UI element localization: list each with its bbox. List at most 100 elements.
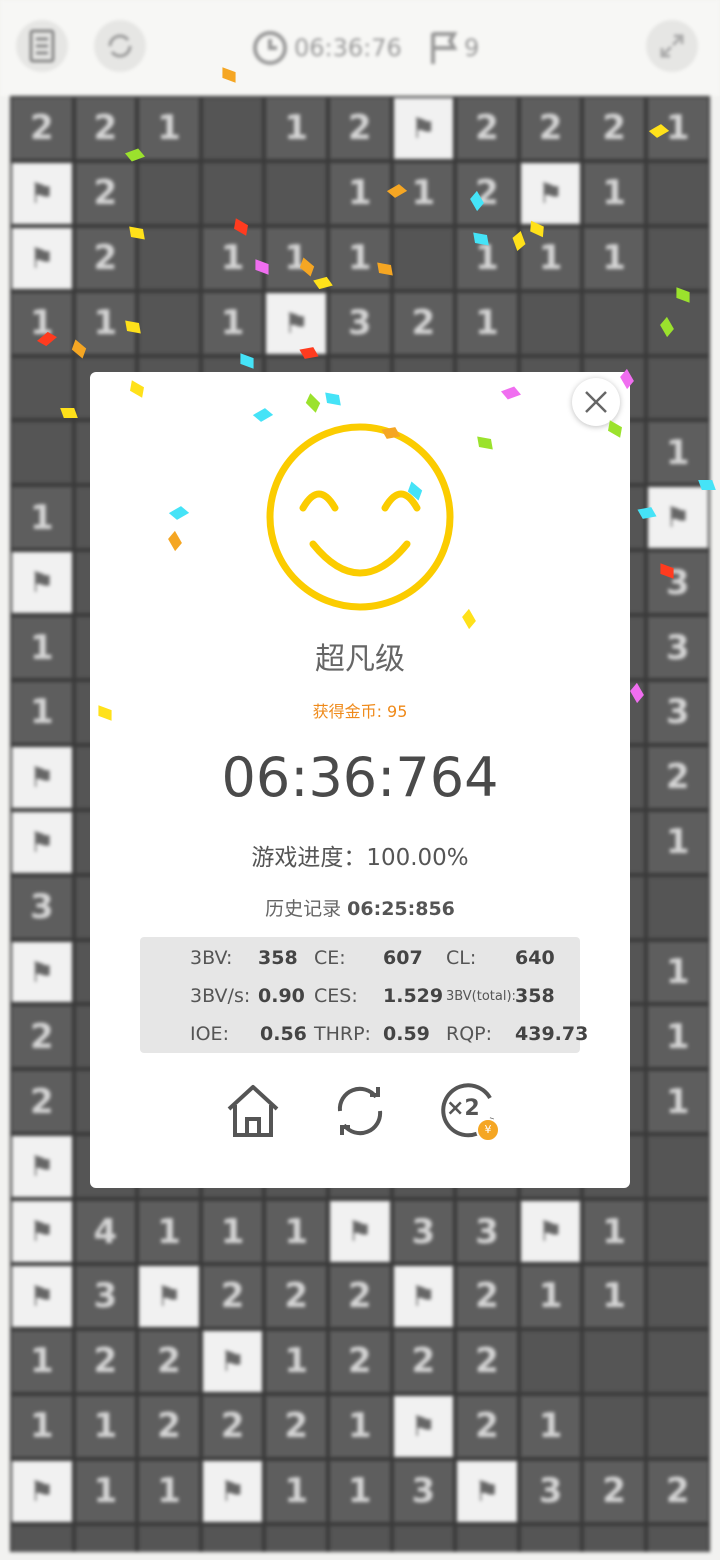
board-cell: 1 <box>10 615 74 681</box>
board-cell: ⚑ <box>10 1199 74 1265</box>
board-cell <box>645 1264 710 1329</box>
board-cell: 2 <box>137 1393 201 1459</box>
board-cell: 2 <box>10 1069 74 1135</box>
double-coins-button[interactable]: ×2 ¥ <box>436 1080 500 1142</box>
board-cell: 1 <box>200 290 265 356</box>
board-cell: 1 <box>518 1264 583 1329</box>
board-cell: 4 <box>73 1199 138 1265</box>
board-cell: 2 <box>73 1328 138 1394</box>
board-cell: 1 <box>137 1199 201 1265</box>
board-cell: 1 <box>455 290 519 356</box>
board-cell: 2 <box>327 1264 392 1329</box>
close-button[interactable] <box>572 378 620 426</box>
flag-icon <box>431 32 458 64</box>
replay-button[interactable] <box>329 1080 391 1142</box>
board-cell: 1 <box>582 1199 646 1265</box>
board-cell: 1 <box>264 1458 328 1524</box>
stat-ce-value: 607 <box>383 947 423 969</box>
board-cell <box>10 420 74 486</box>
board-cell: 2 <box>518 96 583 161</box>
timer-text: 06:36:76 <box>294 34 402 62</box>
board-cell <box>645 355 710 421</box>
board-cell: 1 <box>645 420 710 486</box>
board-cell <box>582 1328 646 1394</box>
refresh-icon <box>337 1086 383 1136</box>
board-cell: 1 <box>264 1328 328 1394</box>
board-cell <box>518 290 583 356</box>
board-cell <box>327 1523 392 1552</box>
stat-rqp-label: RQP: <box>446 1023 493 1045</box>
board-cell <box>582 1523 646 1552</box>
board-cell: 2 <box>391 290 456 356</box>
board-cell: ⚑ <box>200 1328 265 1394</box>
board-cell: 1 <box>645 1004 710 1070</box>
board-cell <box>645 1199 710 1265</box>
top-bar: 06:36:76 9 <box>0 0 720 96</box>
board-cell: ⚑ <box>10 939 74 1005</box>
board-cell: 2 <box>455 1328 519 1394</box>
board-cell <box>137 290 201 356</box>
board-cell: 2 <box>10 96 74 161</box>
board-cell: 2 <box>455 160 519 226</box>
board-cell <box>645 1134 710 1200</box>
board-cell: ⚑ <box>391 96 456 161</box>
board-cell: 2 <box>73 160 138 226</box>
board-cell: ⚑ <box>327 1199 392 1265</box>
board-cell: 1 <box>645 1069 710 1135</box>
clock-icon <box>253 31 287 65</box>
board-cell <box>391 1523 456 1552</box>
board-cell <box>518 1523 583 1552</box>
board-cell: 3 <box>645 680 710 745</box>
stat-ioe-label: IOE: <box>190 1023 229 1045</box>
stat-cl-label: CL: <box>446 947 477 969</box>
stat-ioe-value: 0.56 <box>260 1023 307 1045</box>
board-cell <box>137 225 201 291</box>
board-cell: ⚑ <box>10 1458 74 1524</box>
board-cell: 2 <box>455 1393 519 1459</box>
board-cell: 1 <box>10 680 74 745</box>
notes-button[interactable] <box>16 20 68 72</box>
board-cell: 2 <box>264 1393 328 1459</box>
board-cell: ⚑ <box>518 160 583 226</box>
board-cell: 2 <box>582 96 646 161</box>
board-cell: 2 <box>327 96 392 161</box>
stat-ces-value: 1.529 <box>383 985 444 1007</box>
board-cell: ⚑ <box>10 160 74 226</box>
board-cell <box>582 1393 646 1459</box>
board-cell: 1 <box>327 160 392 226</box>
result-dialog: 超凡级 获得金币: 95 06:36:764 游戏进度：100.00% 历史记录… <box>90 372 630 1188</box>
board-cell: 1 <box>327 225 392 291</box>
board-cell <box>200 1523 265 1552</box>
board-cell: 2 <box>200 1393 265 1459</box>
expand-icon <box>660 34 684 58</box>
restart-button[interactable] <box>94 20 146 72</box>
stat-ce-label: CE: <box>314 947 346 969</box>
home-button[interactable] <box>222 1080 284 1142</box>
board-cell: ⚑ <box>518 1199 583 1265</box>
confetti-piece <box>698 480 716 490</box>
board-cell <box>391 225 456 291</box>
board-cell: ⚑ <box>391 1264 456 1329</box>
board-cell <box>645 1523 710 1552</box>
board-cell: 2 <box>137 1328 201 1394</box>
board-cell <box>645 160 710 226</box>
coin-badge-icon: ¥ <box>476 1118 500 1142</box>
board-cell: 1 <box>264 1199 328 1265</box>
coins-earned: 获得金币: 95 <box>312 702 408 721</box>
game-progress: 游戏进度：100.00% <box>251 845 469 871</box>
board-cell: 2 <box>327 1328 392 1394</box>
flag-counter: 9 <box>428 28 479 68</box>
zoom-button[interactable] <box>646 20 698 72</box>
board-cell: ⚑ <box>10 1264 74 1329</box>
notes-icon <box>29 29 55 63</box>
board-cell: ⚑ <box>200 1458 265 1524</box>
close-icon <box>585 391 607 413</box>
board-cell <box>264 1523 328 1552</box>
board-cell: ⚑ <box>455 1458 519 1524</box>
board-cell: 1 <box>137 96 201 161</box>
stat-3bv-total-value: 358 <box>515 985 555 1007</box>
board-cell: 1 <box>518 225 583 291</box>
board-cell <box>455 1523 519 1552</box>
history-record: 历史记录 06:25:856 <box>90 894 630 921</box>
finish-time: 06:36:764 <box>221 746 499 809</box>
